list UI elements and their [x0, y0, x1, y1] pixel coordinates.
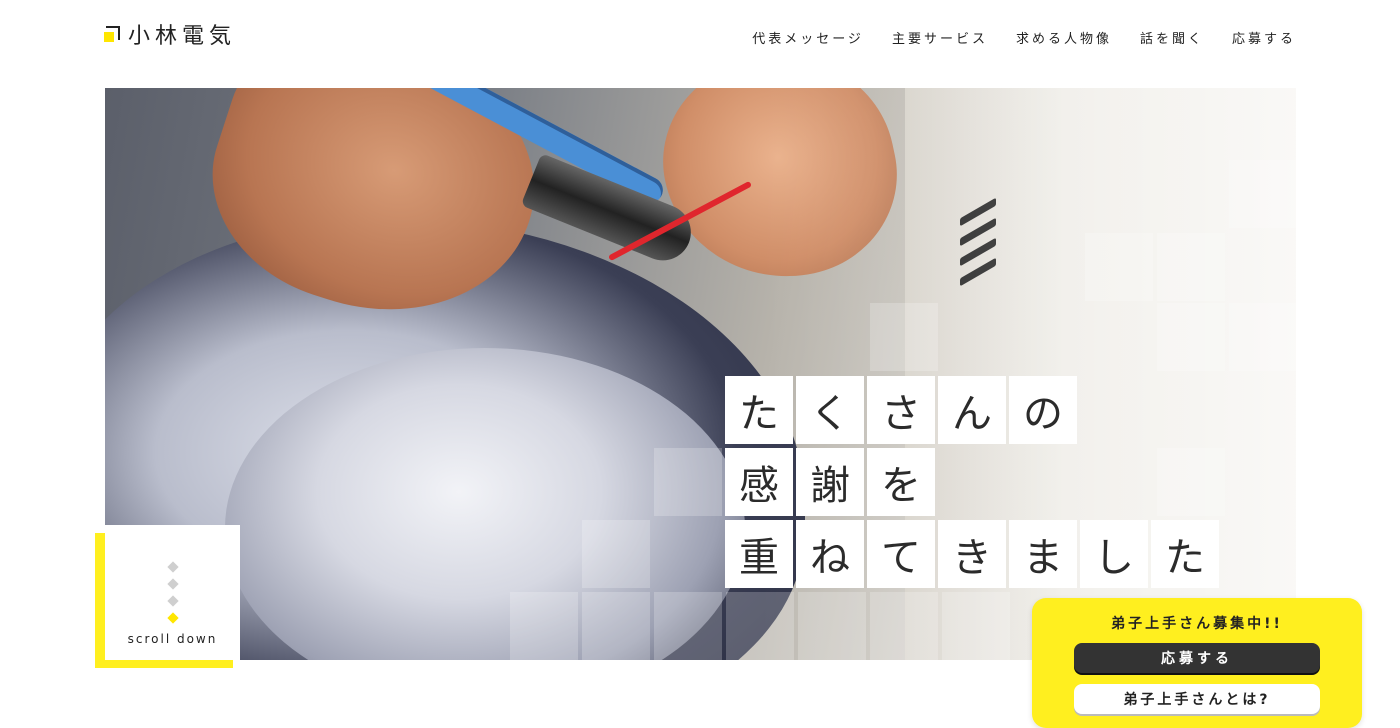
catch-char: 謝	[796, 448, 864, 516]
catch-char: の	[1009, 376, 1077, 444]
overlay-tile	[1157, 448, 1225, 516]
overlay-tile	[582, 520, 650, 588]
diamond-icon	[166, 595, 179, 607]
catchphrase-line-1: た く さ ん の	[725, 376, 1077, 444]
catch-char: ね	[796, 520, 864, 588]
catch-char: さ	[867, 376, 935, 444]
overlay-tile	[510, 592, 578, 660]
scroll-label: scroll down	[127, 632, 218, 646]
nav-link-apply[interactable]: 応募する	[1232, 28, 1296, 47]
overlay-tile	[654, 448, 722, 516]
catch-char: た	[1151, 520, 1219, 588]
catch-char: た	[725, 376, 793, 444]
overlay-tile	[1229, 303, 1296, 371]
main-nav: 代表メッセージ 主要サービス 求める人物像 話を聞く 応募する	[752, 28, 1296, 47]
overlay-tile	[798, 592, 866, 660]
overlay-tile	[582, 592, 650, 660]
diamond-icon	[166, 578, 179, 590]
catch-char: し	[1080, 520, 1148, 588]
catchphrase-line-3: 重 ね て き ま し た	[725, 520, 1219, 588]
catch-char: ん	[938, 376, 1006, 444]
catch-char: て	[867, 520, 935, 588]
nav-link-ideal-person[interactable]: 求める人物像	[1016, 28, 1112, 47]
overlay-tile	[870, 592, 938, 660]
scroll-indicator	[166, 561, 179, 624]
overlay-tile	[1157, 233, 1225, 301]
overlay-tile	[654, 592, 722, 660]
catch-char: を	[867, 448, 935, 516]
nav-link-services[interactable]: 主要サービス	[892, 28, 988, 47]
scroll-down-button[interactable]: scroll down	[105, 525, 240, 660]
about-apprentice-button[interactable]: 弟子上手さんとは?	[1074, 684, 1320, 714]
site-logo[interactable]: 小林電気	[104, 18, 236, 50]
overlay-tile	[1085, 233, 1153, 301]
overlay-tile	[942, 592, 1010, 660]
logo-text: 小林電気	[128, 24, 237, 49]
catch-char: く	[796, 376, 864, 444]
catch-char: 重	[725, 520, 793, 588]
overlay-tile	[870, 303, 938, 371]
overlay-tile	[726, 592, 794, 660]
catch-char: 感	[725, 448, 793, 516]
overlay-tile	[1157, 303, 1225, 371]
nav-link-talk[interactable]: 話を聞く	[1140, 28, 1204, 47]
catch-char: ま	[1009, 520, 1077, 588]
recruit-widget: 弟子上手さん募集中!! 応募する 弟子上手さんとは?	[1032, 598, 1362, 728]
diamond-icon	[166, 561, 179, 573]
diamond-active-icon	[166, 612, 179, 624]
catch-char: き	[938, 520, 1006, 588]
overlay-tile	[1229, 160, 1296, 228]
logo-mark-icon	[104, 26, 120, 42]
nav-link-message[interactable]: 代表メッセージ	[752, 28, 864, 47]
catchphrase-line-2: 感 謝 を	[725, 448, 935, 516]
recruit-title: 弟子上手さん募集中!!	[1111, 616, 1283, 632]
apply-button[interactable]: 応募する	[1074, 643, 1320, 673]
